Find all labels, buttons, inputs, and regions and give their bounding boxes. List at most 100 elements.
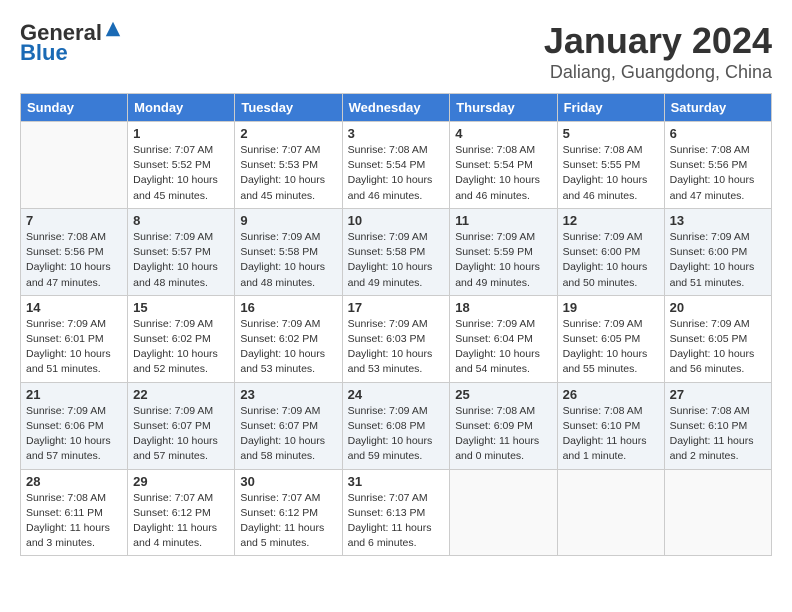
day-number: 6: [670, 126, 766, 141]
day-info: Sunrise: 7:09 AMSunset: 5:59 PMDaylight:…: [455, 230, 551, 291]
day-number: 31: [348, 474, 445, 489]
page-header: General Blue January 2024 Daliang, Guang…: [20, 20, 772, 83]
day-number: 21: [26, 387, 122, 402]
day-info: Sunrise: 7:09 AMSunset: 6:01 PMDaylight:…: [26, 317, 122, 378]
day-number: 13: [670, 213, 766, 228]
day-info: Sunrise: 7:08 AMSunset: 5:54 PMDaylight:…: [348, 143, 445, 204]
weekday-header-tuesday: Tuesday: [235, 94, 342, 122]
location: Daliang, Guangdong, China: [544, 62, 772, 83]
calendar-day-cell: 25Sunrise: 7:08 AMSunset: 6:09 PMDayligh…: [450, 382, 557, 469]
calendar-day-cell: 23 Sunrise: 7:09 AMSunset: 6:07 PMDayligh…: [235, 382, 342, 469]
calendar-day-cell: [21, 122, 128, 209]
weekday-header-wednesday: Wednesday: [342, 94, 450, 122]
day-info: Sunrise: 7:09 AMSunset: 6:00 PMDaylight:…: [563, 230, 659, 291]
day-info: Sunrise: 7:08 AMSunset: 6:09 PMDaylight:…: [455, 404, 551, 465]
day-info: Sunrise: 7:09 AMSunset: 6:02 PMDaylight:…: [133, 317, 229, 378]
day-info: Sunrise: 7:09 AMSunset: 5:58 PMDaylight:…: [348, 230, 445, 291]
day-number: 4: [455, 126, 551, 141]
day-number: 5: [563, 126, 659, 141]
calendar-day-cell: 26Sunrise: 7:08 AMSunset: 6:10 PMDayligh…: [557, 382, 664, 469]
day-info: Sunrise: 7:08 AMSunset: 6:10 PMDaylight:…: [563, 404, 659, 465]
day-info: Sunrise: 7:09 AMSunset: 6:05 PMDaylight:…: [670, 317, 766, 378]
day-number: 23: [240, 387, 336, 402]
day-number: 14: [26, 300, 122, 315]
calendar-day-cell: 17Sunrise: 7:09 AMSunset: 6:03 PMDayligh…: [342, 295, 450, 382]
day-info: Sunrise: 7:07 AMSunset: 5:53 PMDaylight:…: [240, 143, 336, 204]
calendar-day-cell: 31Sunrise: 7:07 AMSunset: 6:13 PMDayligh…: [342, 469, 450, 556]
weekday-header-sunday: Sunday: [21, 94, 128, 122]
day-info: Sunrise: 7:09 AMSunset: 6:06 PMDaylight:…: [26, 404, 122, 465]
day-number: 2: [240, 126, 336, 141]
day-info: Sunrise: 7:08 AMSunset: 5:56 PMDaylight:…: [26, 230, 122, 291]
calendar-day-cell: 13 Sunrise: 7:09 AMSunset: 6:00 PMDayligh…: [664, 208, 771, 295]
calendar-week-row: 21 Sunrise: 7:09 AMSunset: 6:06 PMDayligh…: [21, 382, 772, 469]
calendar-week-row: 14 Sunrise: 7:09 AMSunset: 6:01 PMDayligh…: [21, 295, 772, 382]
calendar-day-cell: 6 Sunrise: 7:08 AMSunset: 5:56 PMDaylight…: [664, 122, 771, 209]
day-number: 10: [348, 213, 445, 228]
day-info: Sunrise: 7:07 AMSunset: 6:12 PMDaylight:…: [133, 491, 229, 552]
calendar-day-cell: 16 Sunrise: 7:09 AMSunset: 6:02 PMDayligh…: [235, 295, 342, 382]
calendar-day-cell: 10 Sunrise: 7:09 AMSunset: 5:58 PMDayligh…: [342, 208, 450, 295]
calendar-day-cell: 3Sunrise: 7:08 AMSunset: 5:54 PMDaylight…: [342, 122, 450, 209]
day-info: Sunrise: 7:09 AMSunset: 6:02 PMDaylight:…: [240, 317, 336, 378]
calendar-week-row: 28Sunrise: 7:08 AMSunset: 6:11 PMDayligh…: [21, 469, 772, 556]
day-number: 20: [670, 300, 766, 315]
day-info: Sunrise: 7:09 AMSunset: 6:08 PMDaylight:…: [348, 404, 445, 465]
day-info: Sunrise: 7:07 AMSunset: 6:12 PMDaylight:…: [240, 491, 336, 552]
day-number: 22: [133, 387, 229, 402]
day-info: Sunrise: 7:09 AMSunset: 6:03 PMDaylight:…: [348, 317, 445, 378]
weekday-header-row: SundayMondayTuesdayWednesdayThursdayFrid…: [21, 94, 772, 122]
weekday-header-saturday: Saturday: [664, 94, 771, 122]
calendar-day-cell: [450, 469, 557, 556]
day-info: Sunrise: 7:08 AMSunset: 6:10 PMDaylight:…: [670, 404, 766, 465]
day-number: 24: [348, 387, 445, 402]
calendar-day-cell: 20 Sunrise: 7:09 AMSunset: 6:05 PMDayligh…: [664, 295, 771, 382]
calendar-week-row: 1 Sunrise: 7:07 AMSunset: 5:52 PMDaylight…: [21, 122, 772, 209]
day-info: Sunrise: 7:09 AMSunset: 5:58 PMDaylight:…: [240, 230, 336, 291]
day-info: Sunrise: 7:07 AMSunset: 5:52 PMDaylight:…: [133, 143, 229, 204]
calendar-day-cell: 29 Sunrise: 7:07 AMSunset: 6:12 PMDayligh…: [128, 469, 235, 556]
calendar-day-cell: 8 Sunrise: 7:09 AMSunset: 5:57 PMDaylight…: [128, 208, 235, 295]
day-info: Sunrise: 7:09 AMSunset: 6:07 PMDaylight:…: [133, 404, 229, 465]
day-number: 19: [563, 300, 659, 315]
calendar-day-cell: 15 Sunrise: 7:09 AMSunset: 6:02 PMDayligh…: [128, 295, 235, 382]
calendar-day-cell: 22 Sunrise: 7:09 AMSunset: 6:07 PMDayligh…: [128, 382, 235, 469]
calendar-day-cell: [664, 469, 771, 556]
day-info: Sunrise: 7:08 AMSunset: 5:54 PMDaylight:…: [455, 143, 551, 204]
day-info: Sunrise: 7:09 AMSunset: 6:04 PMDaylight:…: [455, 317, 551, 378]
calendar-day-cell: 24 Sunrise: 7:09 AMSunset: 6:08 PMDayligh…: [342, 382, 450, 469]
day-number: 16: [240, 300, 336, 315]
day-info: Sunrise: 7:08 AMSunset: 5:56 PMDaylight:…: [670, 143, 766, 204]
day-number: 15: [133, 300, 229, 315]
day-number: 8: [133, 213, 229, 228]
calendar-day-cell: 11 Sunrise: 7:09 AMSunset: 5:59 PMDayligh…: [450, 208, 557, 295]
day-number: 11: [455, 213, 551, 228]
calendar-day-cell: 9Sunrise: 7:09 AMSunset: 5:58 PMDaylight…: [235, 208, 342, 295]
day-number: 1: [133, 126, 229, 141]
calendar-day-cell: 14 Sunrise: 7:09 AMSunset: 6:01 PMDayligh…: [21, 295, 128, 382]
month-title: January 2024: [544, 20, 772, 62]
day-info: Sunrise: 7:09 AMSunset: 6:00 PMDaylight:…: [670, 230, 766, 291]
calendar-day-cell: 19 Sunrise: 7:09 AMSunset: 6:05 PMDayligh…: [557, 295, 664, 382]
day-number: 30: [240, 474, 336, 489]
calendar-table: SundayMondayTuesdayWednesdayThursdayFrid…: [20, 93, 772, 556]
day-info: Sunrise: 7:09 AMSunset: 6:05 PMDaylight:…: [563, 317, 659, 378]
day-number: 18: [455, 300, 551, 315]
calendar-day-cell: 12 Sunrise: 7:09 AMSunset: 6:00 PMDayligh…: [557, 208, 664, 295]
calendar-day-cell: 5 Sunrise: 7:08 AMSunset: 5:55 PMDaylight…: [557, 122, 664, 209]
weekday-header-friday: Friday: [557, 94, 664, 122]
day-number: 7: [26, 213, 122, 228]
weekday-header-thursday: Thursday: [450, 94, 557, 122]
calendar-week-row: 7 Sunrise: 7:08 AMSunset: 5:56 PMDaylight…: [21, 208, 772, 295]
day-info: Sunrise: 7:09 AMSunset: 5:57 PMDaylight:…: [133, 230, 229, 291]
day-info: Sunrise: 7:08 AMSunset: 5:55 PMDaylight:…: [563, 143, 659, 204]
logo-blue: Blue: [20, 40, 68, 66]
day-number: 29: [133, 474, 229, 489]
weekday-header-monday: Monday: [128, 94, 235, 122]
calendar-day-cell: 4 Sunrise: 7:08 AMSunset: 5:54 PMDaylight…: [450, 122, 557, 209]
calendar-day-cell: 21 Sunrise: 7:09 AMSunset: 6:06 PMDayligh…: [21, 382, 128, 469]
calendar-day-cell: 18 Sunrise: 7:09 AMSunset: 6:04 PMDayligh…: [450, 295, 557, 382]
day-number: 12: [563, 213, 659, 228]
day-info: Sunrise: 7:09 AMSunset: 6:07 PMDaylight:…: [240, 404, 336, 465]
logo-icon: [104, 20, 122, 38]
